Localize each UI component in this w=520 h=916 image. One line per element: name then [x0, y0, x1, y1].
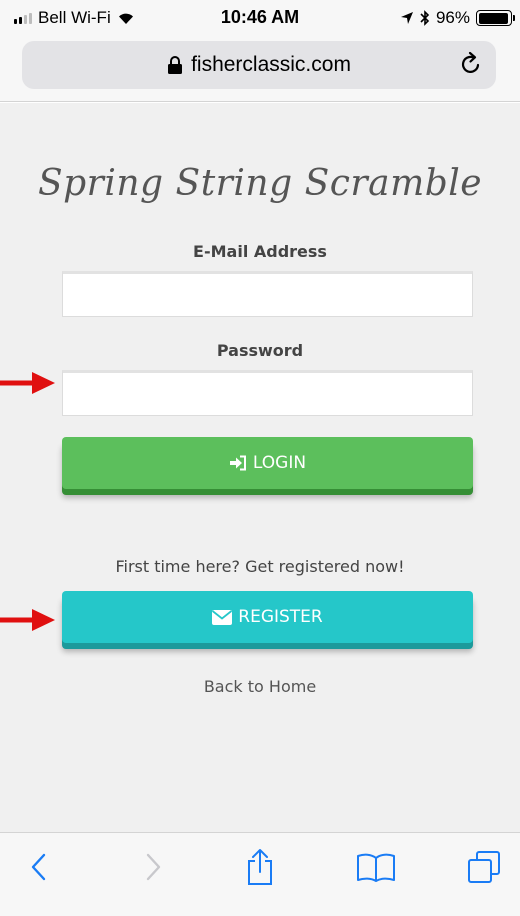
- chevron-right-icon: [146, 853, 161, 881]
- address-bar[interactable]: fisherclassic.com: [22, 41, 496, 89]
- status-bar: Bell Wi-Fi 10:46 AM 96%: [0, 0, 520, 36]
- email-label: E-Mail Address: [193, 242, 327, 261]
- reload-icon[interactable]: [458, 51, 484, 77]
- email-field[interactable]: [62, 271, 473, 317]
- lock-icon: [168, 56, 183, 74]
- envelope-icon: [212, 609, 233, 625]
- back-to-home-link[interactable]: Back to Home: [0, 677, 520, 696]
- register-prompt: First time here? Get registered now!: [115, 557, 405, 576]
- password-label: Password: [216, 341, 304, 360]
- login-button[interactable]: LOGIN: [62, 437, 473, 489]
- register-label: REGISTER: [238, 607, 323, 627]
- browser-toolbar: [0, 832, 520, 916]
- status-right: 96%: [400, 8, 515, 28]
- chevron-left-icon: [31, 853, 46, 881]
- bookmarks-button[interactable]: [354, 847, 398, 887]
- forward-button[interactable]: [132, 847, 176, 887]
- battery-icon: [476, 10, 515, 26]
- book-icon: [357, 853, 395, 882]
- tabs-button[interactable]: [462, 847, 506, 887]
- login-label: LOGIN: [252, 453, 307, 473]
- back-button[interactable]: [16, 847, 60, 887]
- site-title: Spring String Scramble: [37, 163, 483, 204]
- login-page: Spring String Scramble E-Mail Address Pa…: [0, 103, 520, 832]
- location-icon: [400, 12, 413, 24]
- register-button[interactable]: REGISTER: [62, 591, 473, 643]
- share-icon: [248, 849, 272, 885]
- tabs-icon: [468, 851, 500, 883]
- annotation-arrow-password: [0, 372, 55, 394]
- url-display[interactable]: fisherclassic.com: [22, 53, 496, 77]
- share-button[interactable]: [238, 847, 282, 887]
- battery-percent: 96%: [435, 8, 470, 27]
- url-text: fisherclassic.com: [191, 53, 351, 76]
- annotation-arrow-register: [0, 609, 55, 631]
- sign-in-icon: [229, 455, 246, 471]
- battery-fill: [478, 12, 509, 24]
- browser-address-area: fisherclassic.com: [0, 36, 520, 102]
- bluetooth-icon: [420, 10, 430, 26]
- password-field[interactable]: [62, 370, 473, 416]
